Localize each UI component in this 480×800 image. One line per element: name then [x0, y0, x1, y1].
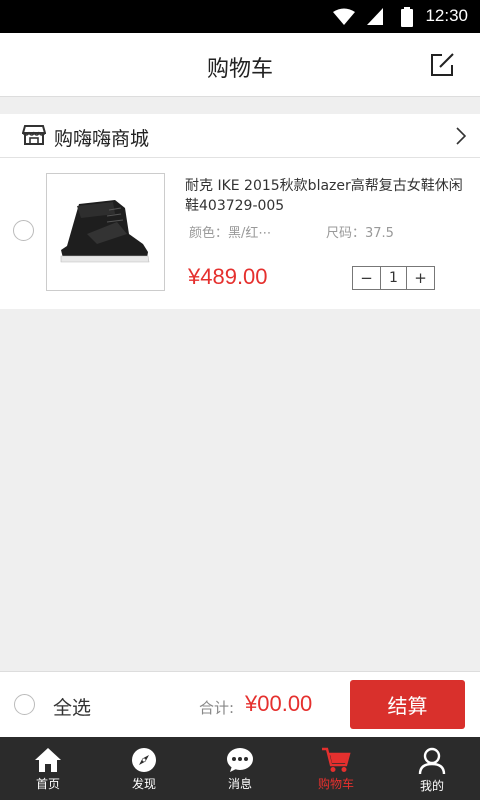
- tab-label: 消息: [227, 777, 252, 791]
- status-bar: 12:30: [0, 0, 480, 33]
- cart-item: 耐克 IKE 2015秋款blazer高帮复古女鞋休闲鞋403729-005 颜…: [0, 158, 480, 309]
- quantity-stepper: − 1 +: [352, 266, 435, 290]
- tab-label: 发现: [131, 777, 156, 791]
- tab-profile[interactable]: 我的: [384, 737, 480, 800]
- product-image[interactable]: [46, 173, 165, 291]
- checkout-bar: 全选 合计: ¥00.00 结算: [0, 671, 480, 737]
- wifi-icon: [333, 8, 355, 25]
- product-size: 尺码：37.5: [326, 226, 394, 241]
- tab-label: 首页: [35, 777, 60, 791]
- product-color: 颜色：黑/红⋯: [189, 226, 272, 241]
- increase-button[interactable]: +: [407, 267, 434, 289]
- person-icon: [418, 747, 446, 775]
- battery-icon: [401, 7, 413, 27]
- select-all-checkbox[interactable]: [14, 694, 35, 715]
- total-value: ¥00.00: [245, 691, 313, 716]
- cart-icon: [322, 747, 351, 772]
- chevron-right-icon: [456, 127, 466, 145]
- page-title: 购物车: [206, 57, 273, 82]
- edit-icon[interactable]: [428, 51, 456, 79]
- store-icon: [22, 125, 46, 145]
- status-time: 12:30: [425, 6, 468, 25]
- bottom-tab-bar: 首页 发现 消息 购物车 我的: [0, 737, 480, 800]
- quantity-value[interactable]: 1: [380, 267, 407, 289]
- sneaker-image: [60, 200, 150, 263]
- product-price: ¥489.00: [188, 264, 268, 289]
- tab-label: 我的: [419, 779, 444, 793]
- total-label: 合计:: [199, 699, 235, 717]
- tab-discover[interactable]: 发现: [96, 737, 192, 800]
- home-icon: [35, 748, 61, 772]
- item-checkbox[interactable]: [13, 220, 34, 241]
- tab-label: 购物车: [317, 777, 354, 791]
- tab-cart[interactable]: 购物车: [288, 737, 384, 800]
- decrease-button[interactable]: −: [353, 267, 380, 289]
- app-header: 购物车: [0, 33, 480, 97]
- shop-row[interactable]: 购嗨嗨商城: [0, 114, 480, 158]
- tab-messages[interactable]: 消息: [192, 737, 288, 800]
- shop-name: 购嗨嗨商城: [54, 128, 150, 150]
- signal-icon: [367, 8, 383, 25]
- select-all-label[interactable]: 全选: [53, 693, 91, 720]
- product-name[interactable]: 耐克 IKE 2015秋款blazer高帮复古女鞋休闲鞋403729-005: [185, 176, 470, 216]
- compass-icon: [132, 748, 156, 772]
- tab-home[interactable]: 首页: [0, 737, 96, 800]
- chat-icon: [227, 748, 253, 772]
- checkout-button[interactable]: 结算: [350, 680, 465, 729]
